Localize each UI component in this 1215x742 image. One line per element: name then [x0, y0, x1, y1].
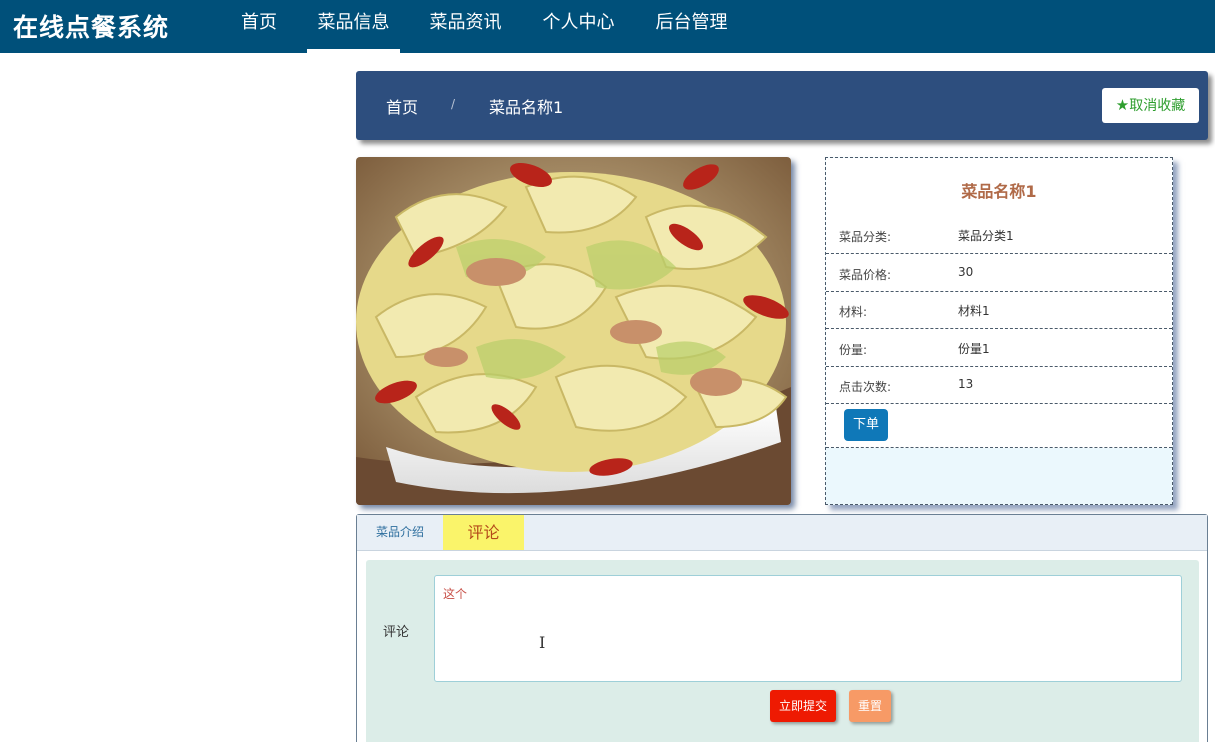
info-value: 份量1 [958, 342, 990, 356]
nav-item-personal-center[interactable]: 个人中心 [532, 0, 625, 53]
info-key: 菜品价格: [839, 268, 892, 282]
comment-label: 评论 [383, 625, 410, 640]
breadcrumb-separator: / [451, 97, 456, 111]
info-row-category: 菜品分类: 菜品分类1 [826, 216, 1172, 254]
dish-name: 菜品名称1 [961, 182, 1037, 201]
nav-item-dish-info[interactable]: 菜品信息 [307, 0, 400, 53]
dish-info-panel: 菜品名称1 菜品分类: 菜品分类1 菜品价格: 30 材料: 材料1 份量: 份… [825, 157, 1173, 505]
info-value: 材料1 [958, 304, 990, 318]
breadcrumb-home-link[interactable]: 首页 [386, 94, 418, 118]
info-row-price: 菜品价格: 30 [826, 254, 1172, 292]
dish-info-content: 菜品名称1 菜品分类: 菜品分类1 菜品价格: 30 材料: 材料1 份量: 份… [826, 158, 1172, 448]
info-divider [826, 447, 1172, 448]
nav-item-dish-news[interactable]: 菜品资讯 [419, 0, 512, 53]
star-icon: ★ [1115, 96, 1130, 114]
top-navbar: 在线点餐系统 首页 菜品信息 菜品资讯 个人中心 后台管理 [0, 0, 1215, 53]
comment-form: 评论 这个 I 立即提交 重置 [366, 560, 1199, 742]
nav-item-admin[interactable]: 后台管理 [645, 0, 738, 53]
breadcrumb-current: 菜品名称1 [489, 98, 564, 117]
dish-image [356, 157, 791, 505]
detail-tabs-panel: 菜品介绍 评论 评论 这个 I 立即提交 重置 [356, 514, 1208, 742]
info-value: 30 [958, 265, 974, 279]
info-value: 菜品分类1 [958, 229, 1014, 243]
tab-bar: 菜品介绍 评论 [357, 515, 1207, 551]
submit-button[interactable]: 立即提交 [770, 690, 836, 722]
tab-comments[interactable]: 评论 [443, 515, 524, 550]
info-key: 菜品分类: [839, 230, 892, 244]
info-row-clicks: 点击次数: 13 [826, 366, 1172, 404]
unfavorite-label: 取消收藏 [1129, 98, 1186, 114]
info-key: 点击次数: [839, 380, 892, 394]
app-title: 在线点餐系统 [13, 13, 170, 42]
comment-input[interactable]: 这个 [434, 575, 1182, 682]
tab-dish-intro[interactable]: 菜品介绍 [357, 515, 443, 550]
info-key: 材料: [839, 305, 868, 319]
nav-item-home[interactable]: 首页 [231, 0, 287, 53]
info-value: 13 [958, 377, 974, 391]
breadcrumb: 首页 / 菜品名称1 ★取消收藏 [356, 71, 1208, 140]
info-key: 份量: [839, 343, 868, 357]
text-cursor-icon: I [539, 633, 546, 652]
info-row-portion: 份量: 份量1 [826, 329, 1172, 367]
reset-button[interactable]: 重置 [849, 690, 891, 722]
unfavorite-button[interactable]: ★取消收藏 [1102, 88, 1199, 123]
order-button[interactable]: 下单 [844, 409, 888, 441]
dish-photo [356, 157, 791, 505]
info-row-material: 材料: 材料1 [826, 291, 1172, 329]
